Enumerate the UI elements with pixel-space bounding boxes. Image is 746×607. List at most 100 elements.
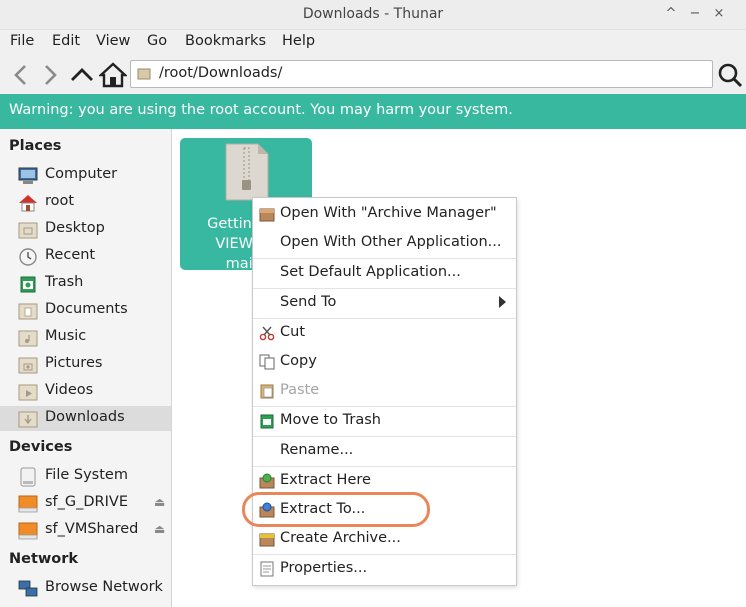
menu-bar: File Edit View Go Bookmarks Help: [0, 30, 746, 56]
copy-icon: [259, 354, 275, 370]
videos-folder-icon: [18, 384, 38, 401]
highlight-ring: [242, 492, 430, 527]
menu-item-label: Move to Trash: [280, 412, 381, 428]
search-icon[interactable]: [716, 61, 744, 89]
forward-arrow-icon[interactable]: [36, 61, 64, 89]
back-arrow-icon[interactable]: [8, 61, 36, 89]
eject-icon[interactable]: ⏏: [154, 522, 165, 536]
toolbar: /root/Downloads/: [0, 56, 746, 94]
sidebar-item-browse-network[interactable]: Browse Network: [0, 576, 171, 601]
menu-item-label: Open With Other Application...: [280, 234, 502, 250]
menu-item-label: Open With "Archive Manager": [280, 205, 497, 221]
places-section-title: Places: [9, 138, 62, 154]
menu-go[interactable]: Go: [147, 33, 167, 49]
location-path: /root/Downloads/: [159, 65, 283, 81]
menu-item-move-to-trash[interactable]: Move to Trash: [253, 407, 516, 435]
removable-drive-icon: [18, 495, 38, 513]
sidebar-item-label: sf_VMShared: [45, 521, 139, 537]
root-warning-bar: Warning: you are using the root account.…: [0, 94, 746, 129]
desktop-folder-icon: [18, 222, 38, 239]
menu-item-label: Cut: [280, 324, 305, 340]
sidebar-item-label: Music: [45, 328, 87, 344]
sidebar-item-label: Pictures: [45, 355, 103, 371]
sidebar-item-videos[interactable]: Videos: [0, 379, 171, 404]
sidebar-item-label: Computer: [45, 166, 118, 182]
menu-file[interactable]: File: [10, 33, 34, 49]
sidebar-item-label: Trash: [45, 274, 84, 290]
menu-edit[interactable]: Edit: [52, 33, 80, 49]
network-section-title: Network: [9, 551, 79, 567]
pictures-folder-icon: [18, 357, 38, 374]
menu-item-properties[interactable]: Properties...: [253, 555, 516, 583]
removable-drive-icon: [18, 522, 38, 540]
trash-icon: [260, 414, 274, 429]
title-bar: Downloads - Thunar ^ − ×: [0, 0, 746, 30]
menu-item-label: Extract Here: [280, 472, 371, 488]
menu-item-cut[interactable]: Cut: [253, 319, 516, 347]
sidebar-item-desktop[interactable]: Desktop: [0, 217, 171, 242]
sidebar-item-label: root: [45, 193, 75, 209]
sidebar-item-pictures[interactable]: Pictures: [0, 352, 171, 377]
up-arrow-icon[interactable]: [68, 61, 96, 89]
menu-item-label: Rename...: [280, 442, 354, 458]
sidebar-item-sf-vmshared[interactable]: sf_VMShared ⏏: [0, 518, 171, 543]
folder-icon: [137, 68, 151, 80]
menu-help[interactable]: Help: [282, 33, 315, 49]
root-warning-text: Warning: you are using the root account.…: [9, 102, 513, 118]
sidebar-item-label: File System: [45, 467, 128, 483]
zip-archive-icon: [225, 143, 269, 201]
menu-item-label: Set Default Application...: [280, 264, 461, 280]
menu-item-paste[interactable]: Paste: [253, 377, 516, 405]
network-icon: [18, 580, 38, 597]
sidebar-item-root[interactable]: root: [0, 190, 171, 215]
sidebar-item-label: Browse Network: [45, 579, 163, 595]
menu-item-open-with-other[interactable]: Open With Other Application...: [253, 229, 516, 257]
archive-manager-icon: [259, 208, 275, 222]
computer-icon: [18, 167, 38, 184]
sidebar-item-music[interactable]: Music: [0, 325, 171, 350]
maximize-button[interactable]: ^: [662, 5, 680, 23]
sidebar-item-label: Downloads: [45, 409, 125, 425]
close-button[interactable]: ×: [710, 5, 728, 23]
clock-icon: [19, 248, 37, 266]
devices-section-title: Devices: [9, 439, 73, 455]
sidebar-item-downloads[interactable]: Downloads: [0, 406, 171, 431]
downloads-folder-icon: [18, 411, 38, 428]
documents-folder-icon: [18, 303, 38, 320]
create-archive-icon: [259, 533, 275, 547]
menu-item-set-default-application[interactable]: Set Default Application...: [253, 259, 516, 287]
window-title: Downloads - Thunar: [302, 6, 444, 22]
sidebar-item-label: Documents: [45, 301, 128, 317]
submenu-arrow-icon: [499, 296, 506, 308]
sidebar: Places Computer root Desktop Recent Tras…: [0, 129, 172, 607]
location-bar[interactable]: /root/Downloads/: [130, 60, 713, 88]
menu-item-label: Properties...: [280, 560, 368, 576]
sidebar-item-computer[interactable]: Computer: [0, 163, 171, 188]
menu-item-extract-here[interactable]: Extract Here: [253, 467, 516, 495]
menu-bookmarks[interactable]: Bookmarks: [185, 33, 266, 49]
paste-icon: [260, 384, 274, 399]
scissors-icon: [259, 326, 275, 341]
sidebar-item-recent[interactable]: Recent: [0, 244, 171, 269]
drive-icon: [20, 467, 36, 487]
sidebar-item-sf-g-drive[interactable]: sf_G_DRIVE ⏏: [0, 491, 171, 516]
sidebar-item-file-system[interactable]: File System: [0, 464, 171, 489]
properties-icon: [260, 561, 274, 577]
menu-item-label: Paste: [280, 382, 320, 398]
context-menu: Open With "Archive Manager" Open With Ot…: [252, 197, 517, 586]
sidebar-item-label: sf_G_DRIVE: [45, 494, 128, 510]
trash-icon: [20, 276, 36, 293]
home-icon[interactable]: [99, 61, 127, 89]
eject-icon[interactable]: ⏏: [154, 495, 165, 509]
menu-item-copy[interactable]: Copy: [253, 348, 516, 376]
sidebar-item-label: Videos: [45, 382, 94, 398]
menu-item-send-to[interactable]: Send To: [253, 289, 516, 317]
menu-item-label: Copy: [280, 353, 317, 369]
menu-item-create-archive[interactable]: Create Archive...: [253, 525, 516, 553]
sidebar-item-trash[interactable]: Trash: [0, 271, 171, 296]
sidebar-item-documents[interactable]: Documents: [0, 298, 171, 323]
minimize-button[interactable]: −: [686, 5, 704, 23]
menu-view[interactable]: View: [96, 33, 130, 49]
menu-item-rename[interactable]: Rename...: [253, 437, 516, 465]
menu-item-open-with-archive-manager[interactable]: Open With "Archive Manager": [253, 200, 516, 228]
